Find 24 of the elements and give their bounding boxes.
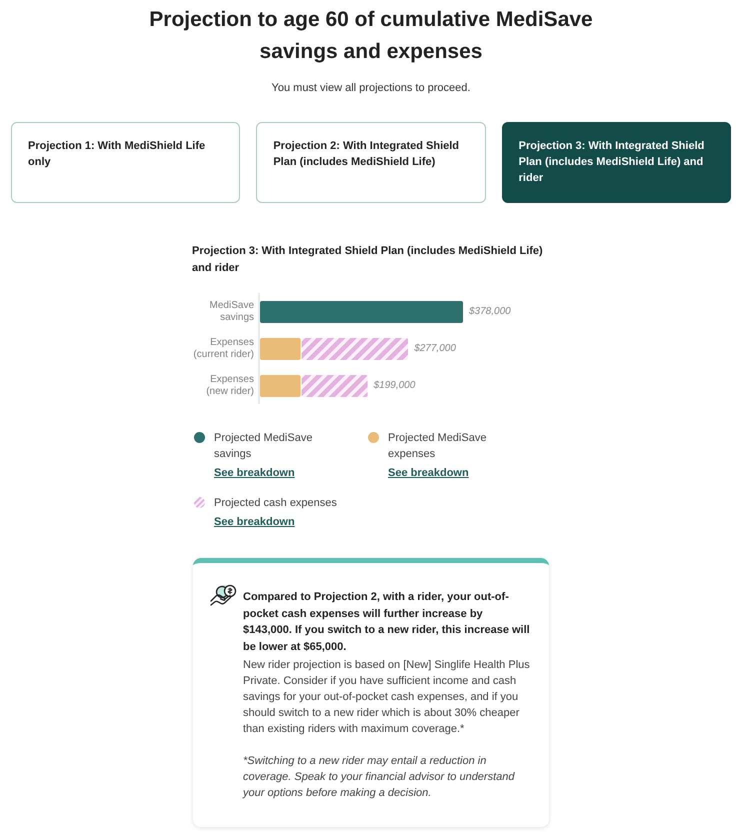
see-breakdown-link[interactable]: See breakdown [388,465,469,481]
projection-tab[interactable]: Projection 3: With Integrated Shield Plan (includes MediShield Life) and rider [502,122,731,203]
projection-tab[interactable]: Projection 2: With Integrated Shield Plan (includes MediShield Life) [256,122,486,203]
category-label: Expenses (current rider) [192,336,255,360]
legend-label: Projected MediSave expenses [388,431,488,462]
see-breakdown-link[interactable]: See breakdown [214,465,295,481]
explanation-text: New rider projection is based on [New] Singlife Health Plus Private. Consider if you have sufficient income and cash savings for your out-of-pocket cash expenses, and if you should switch to a new rider which is about 30% cheaper than existing riders with maximum coverage.* [243,658,531,737]
legend-label: Projected MediSave savings [214,431,314,462]
instruction-text: You must view all projections to proceed. [272,81,470,96]
disclaimer-text: *Switching to a new rider may entail a reduction in coverage. Speak to your financial advisor to understand your options before making a decision. [243,754,516,801]
bar [260,374,301,396]
striped-bar [302,374,368,396]
value-label: $277,000 [414,343,456,354]
legend-label: Projected cash expenses [214,496,337,511]
category-label: MediSave savings [208,300,255,324]
value-label: $199,000 [374,380,416,391]
value-label: $378,000 [469,306,511,317]
projection-tab[interactable]: Projection 1: With MediShield Life only [11,122,240,203]
page-title: Projection to age 60 of cumulative MediSave savings and expenses [148,7,594,65]
category-label: Expenses (new rider) [205,374,255,398]
bar [260,338,301,360]
chart-heading: Projection 3: With Integrated Shield Plan (includes MediShield Life) and rider [192,244,544,276]
comparison-text: Compared to Projection 2, with a rider, your out-of-pocket cash expenses will further increase by $143,000. If you switch to a new rider, this increase will be lower at $65,000. [243,590,531,654]
see-breakdown-link[interactable]: See breakdown [214,514,295,530]
